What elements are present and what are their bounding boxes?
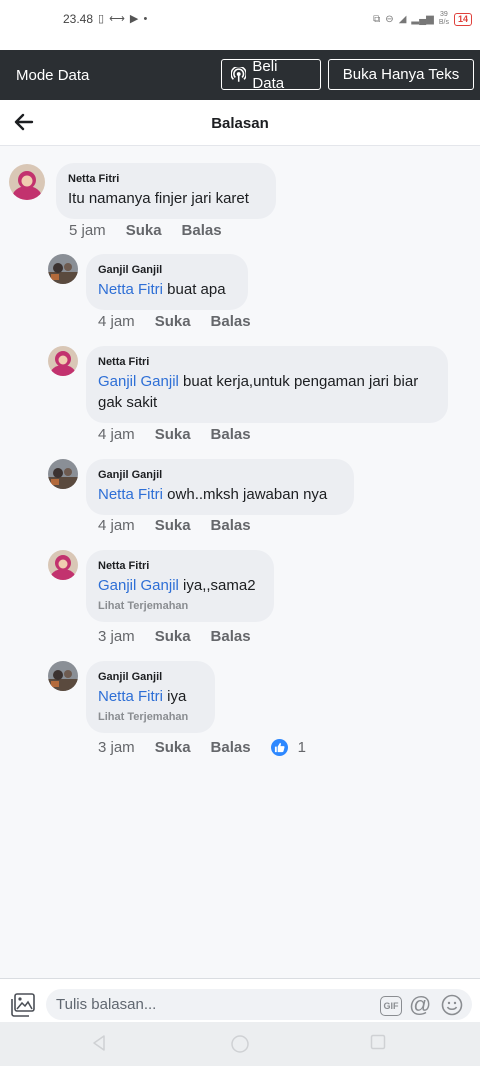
comment-author[interactable]: Netta Fitri	[98, 356, 436, 368]
reply-button[interactable]: Balas	[211, 517, 251, 534]
comment-author[interactable]: Ganjil Ganjil	[98, 264, 236, 276]
comment-bubble: Ganjil Ganjil Netta Fitri owh..mksh jawa…	[86, 459, 354, 515]
photo-icon[interactable]	[10, 993, 36, 1017]
like-button[interactable]: Suka	[126, 222, 162, 239]
comment-author[interactable]: Ganjil Ganjil	[98, 469, 342, 481]
comment-bubble: Ganjil Ganjil Netta Fitri iya Lihat Terj…	[86, 661, 215, 733]
comment-bubble: Netta Fitri Ganjil Ganjil buat kerja,unt…	[86, 346, 448, 423]
buy-data-button[interactable]: Beli Data	[221, 57, 321, 92]
comment-time: 3 jam	[98, 628, 135, 645]
mention-link[interactable]: Netta Fitri	[98, 486, 163, 503]
status-bar: 23.48 ▯ ⟷ ▶ • ⧉ ⊖ ◢ ▂▄▆ 39 B/s 14	[0, 0, 480, 50]
like-button[interactable]: Suka	[155, 517, 191, 534]
at-icon[interactable]: @	[409, 992, 431, 1018]
comment-actions: 4 jam Suka Balas	[98, 313, 271, 330]
nav-home-icon[interactable]	[230, 1034, 250, 1054]
comment-author[interactable]: Ganjil Ganjil	[98, 671, 203, 683]
comment-text: Ganjil Ganjil iya,,sama2	[98, 577, 256, 594]
comment-bubble: Netta Fitri Itu namanya finjer jari kare…	[56, 163, 276, 219]
thumbs-up-icon[interactable]	[270, 739, 288, 756]
emoji-icon[interactable]	[441, 994, 463, 1016]
avatar[interactable]	[48, 661, 78, 691]
battery-icon: 14	[453, 12, 472, 26]
reply-button[interactable]: Balas	[211, 628, 251, 645]
like-button[interactable]: Suka	[155, 628, 191, 645]
status-right: ⧉ ⊖ ◢ ▂▄▆ 39 B/s 14	[373, 11, 472, 27]
radio-signal-icon	[231, 66, 247, 82]
see-translation-link[interactable]: Lihat Terjemahan	[98, 711, 203, 723]
see-translation-link[interactable]: Lihat Terjemahan	[98, 600, 262, 612]
comment-time: 5 jam	[69, 222, 106, 239]
system-nav-bar	[0, 1022, 480, 1066]
comment-actions: 5 jam Suka Balas	[69, 222, 242, 239]
comment-author[interactable]: Netta Fitri	[68, 173, 264, 185]
dnd-icon: ⊖	[385, 13, 394, 25]
comment-text: Netta Fitri iya	[98, 688, 187, 705]
comment-bubble: Ganjil Ganjil Netta Fitri buat apa	[86, 254, 248, 310]
status-time: 23.48	[63, 12, 94, 26]
reply-bar: GIF @	[0, 978, 480, 1022]
reply-button[interactable]: Balas	[211, 739, 251, 756]
comment-text: Netta Fitri owh..mksh jawaban nya	[98, 486, 328, 503]
reply-button[interactable]: Balas	[182, 222, 222, 239]
comment-actions: 3 jam Suka Balas 1	[98, 739, 306, 756]
comment-author[interactable]: Netta Fitri	[98, 560, 262, 572]
cast-icon: ⧉	[373, 13, 381, 25]
comment-time: 4 jam	[98, 313, 135, 330]
comment-time: 4 jam	[98, 426, 135, 443]
comment-actions: 3 jam Suka Balas	[98, 628, 271, 645]
notification-icons: ▯ ⟷ ▶ •	[98, 13, 149, 25]
avatar[interactable]	[48, 254, 78, 284]
replies-header: Balasan	[0, 100, 480, 146]
nav-back-icon[interactable]	[90, 1034, 108, 1052]
page-title: Balasan	[211, 115, 269, 132]
comment-time: 4 jam	[98, 517, 135, 534]
data-mode-bar: Mode Data Beli Data Buka Hanya Teks	[0, 50, 480, 100]
comment-time: 3 jam	[98, 739, 135, 756]
reply-button[interactable]: Balas	[211, 426, 251, 443]
comment-actions: 4 jam Suka Balas	[98, 426, 271, 443]
comment-text: Netta Fitri buat apa	[98, 281, 226, 298]
buy-data-label: Beli Data	[252, 57, 285, 92]
reply-button[interactable]: Balas	[211, 313, 251, 330]
like-button[interactable]: Suka	[155, 739, 191, 756]
comment-text: Itu namanya finjer jari karet	[68, 190, 249, 207]
mention-link[interactable]: Ganjil Ganjil	[98, 373, 179, 390]
network-speed: 39 B/s	[438, 11, 449, 26]
comment-text: Ganjil Ganjil buat kerja,untuk pengaman …	[98, 373, 419, 411]
comment-bubble: Netta Fitri Ganjil Ganjil iya,,sama2 Lih…	[86, 550, 274, 622]
text-only-button[interactable]: Buka Hanya Teks	[328, 59, 474, 90]
reaction-count[interactable]: 1	[298, 739, 306, 756]
facebook-replies-screen: 23.48 ▯ ⟷ ▶ • ⧉ ⊖ ◢ ▂▄▆ 39 B/s 14 Mode D…	[0, 0, 480, 1066]
gif-icon[interactable]: GIF	[380, 996, 402, 1016]
avatar[interactable]	[9, 164, 45, 200]
comment-actions: 4 jam Suka Balas	[98, 517, 271, 534]
avatar[interactable]	[48, 459, 78, 489]
mention-link[interactable]: Netta Fitri	[98, 688, 163, 705]
like-button[interactable]: Suka	[155, 313, 191, 330]
signal-bars-icon: ▂▄▆	[411, 13, 434, 25]
mention-link[interactable]: Netta Fitri	[98, 281, 163, 298]
avatar[interactable]	[48, 550, 78, 580]
avatar[interactable]	[48, 346, 78, 376]
signal-icon: ◢	[398, 13, 407, 25]
data-mode-label: Mode Data	[16, 67, 90, 84]
nav-recents-icon[interactable]	[370, 1034, 386, 1050]
mention-link[interactable]: Ganjil Ganjil	[98, 577, 179, 594]
like-button[interactable]: Suka	[155, 426, 191, 443]
